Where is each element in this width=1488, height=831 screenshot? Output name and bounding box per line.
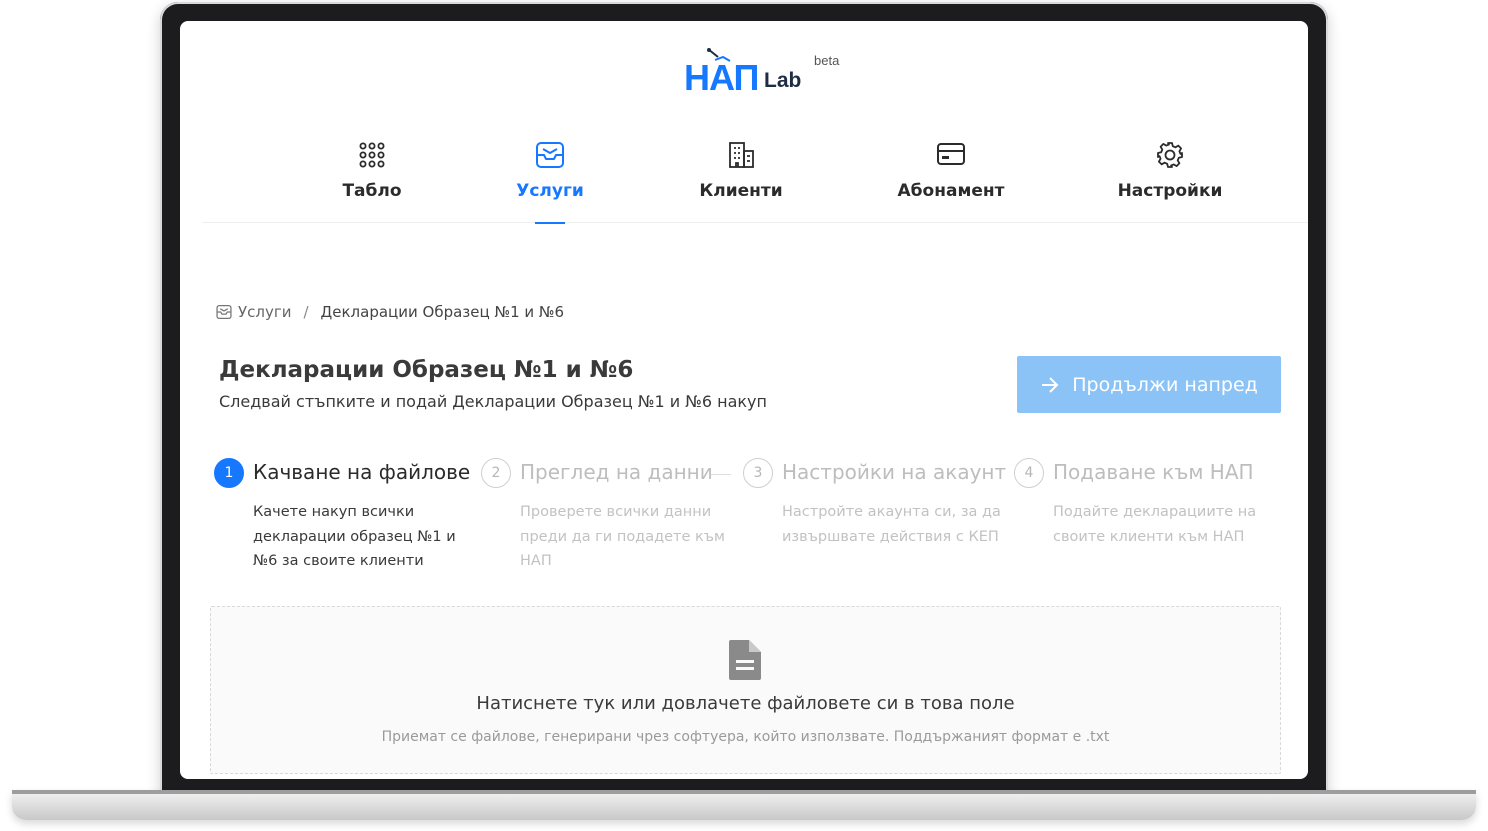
nav-label: Табло (342, 181, 402, 201)
page-title: Декларации Образец №1 и №6 (219, 357, 634, 383)
dropzone-hint: Приемат се файлове, генерирани чрез софт… (381, 729, 1110, 745)
page-subtitle: Следвай стъпките и подай Декларации Обра… (219, 392, 767, 411)
step-number: 3 (743, 458, 773, 488)
main-nav: Табло Услуги Клиенти Абонамент Настройки (202, 129, 1308, 224)
building-icon (681, 129, 801, 169)
nav-item-services[interactable]: Услуги (490, 129, 610, 224)
file-dropzone[interactable]: Натиснете тук или довлачете файловете си… (210, 606, 1281, 774)
inbox-icon (216, 304, 232, 320)
breadcrumb-current: Декларации Образец №1 и №6 (320, 303, 565, 321)
app-logo[interactable]: НАП Lab beta (684, 47, 844, 98)
nav-item-settings[interactable]: Настройки (1095, 129, 1245, 223)
active-tab-indicator (535, 222, 565, 224)
inbox-icon (490, 129, 610, 169)
credit-card-icon (876, 129, 1026, 169)
step-number: 2 (481, 458, 511, 488)
gear-icon (1095, 129, 1245, 169)
breadcrumb-root-link[interactable]: Услуги (238, 303, 291, 321)
beta-badge: beta (814, 53, 840, 68)
step-description: Качете накуп всички декларации образец №… (253, 504, 456, 569)
step-description: Настройте акаунта си, за да извършвате д… (782, 504, 1001, 545)
logo-brand: НАП (684, 57, 759, 98)
breadcrumb: Услуги / Декларации Образец №1 и №6 (216, 303, 564, 321)
continue-button-label: Продължи напред (1072, 373, 1258, 396)
step-connector (711, 474, 731, 475)
nav-label: Абонамент (897, 181, 1005, 201)
step-title: Преглед на данни (520, 460, 713, 484)
file-icon (727, 638, 763, 686)
step-description: Подайте декларациите на своите клиенти к… (1053, 504, 1257, 545)
nav-label: Настройки (1117, 181, 1223, 201)
logo-sub: Lab (764, 69, 802, 92)
nav-label: Клиенти (699, 181, 783, 201)
grid-dots-icon (312, 129, 432, 169)
dropzone-text: Натиснете тук или довлачете файловете си… (476, 693, 1015, 714)
step-number: 4 (1014, 458, 1044, 488)
nav-item-subscription[interactable]: Абонамент (876, 129, 1026, 223)
continue-button[interactable]: Продължи напред (1017, 356, 1281, 413)
laptop-base (12, 790, 1476, 820)
step-title: Качване на файлове (253, 460, 471, 484)
breadcrumb-separator: / (303, 303, 309, 321)
nav-item-clients[interactable]: Клиенти (681, 129, 801, 223)
nav-label: Услуги (516, 181, 584, 201)
step-description: Проверете всички данни преди да ги подад… (520, 504, 725, 569)
step-title: Настройки на акаунт (782, 460, 1007, 484)
nav-item-dashboard[interactable]: Табло (312, 129, 432, 223)
step-number: 1 (214, 458, 244, 488)
arrow-right-icon (1040, 376, 1060, 394)
step-title: Подаване към НАП (1053, 460, 1254, 484)
app-screen: НАП Lab beta Табло Услуги Клиенти Абонам… (180, 21, 1308, 779)
